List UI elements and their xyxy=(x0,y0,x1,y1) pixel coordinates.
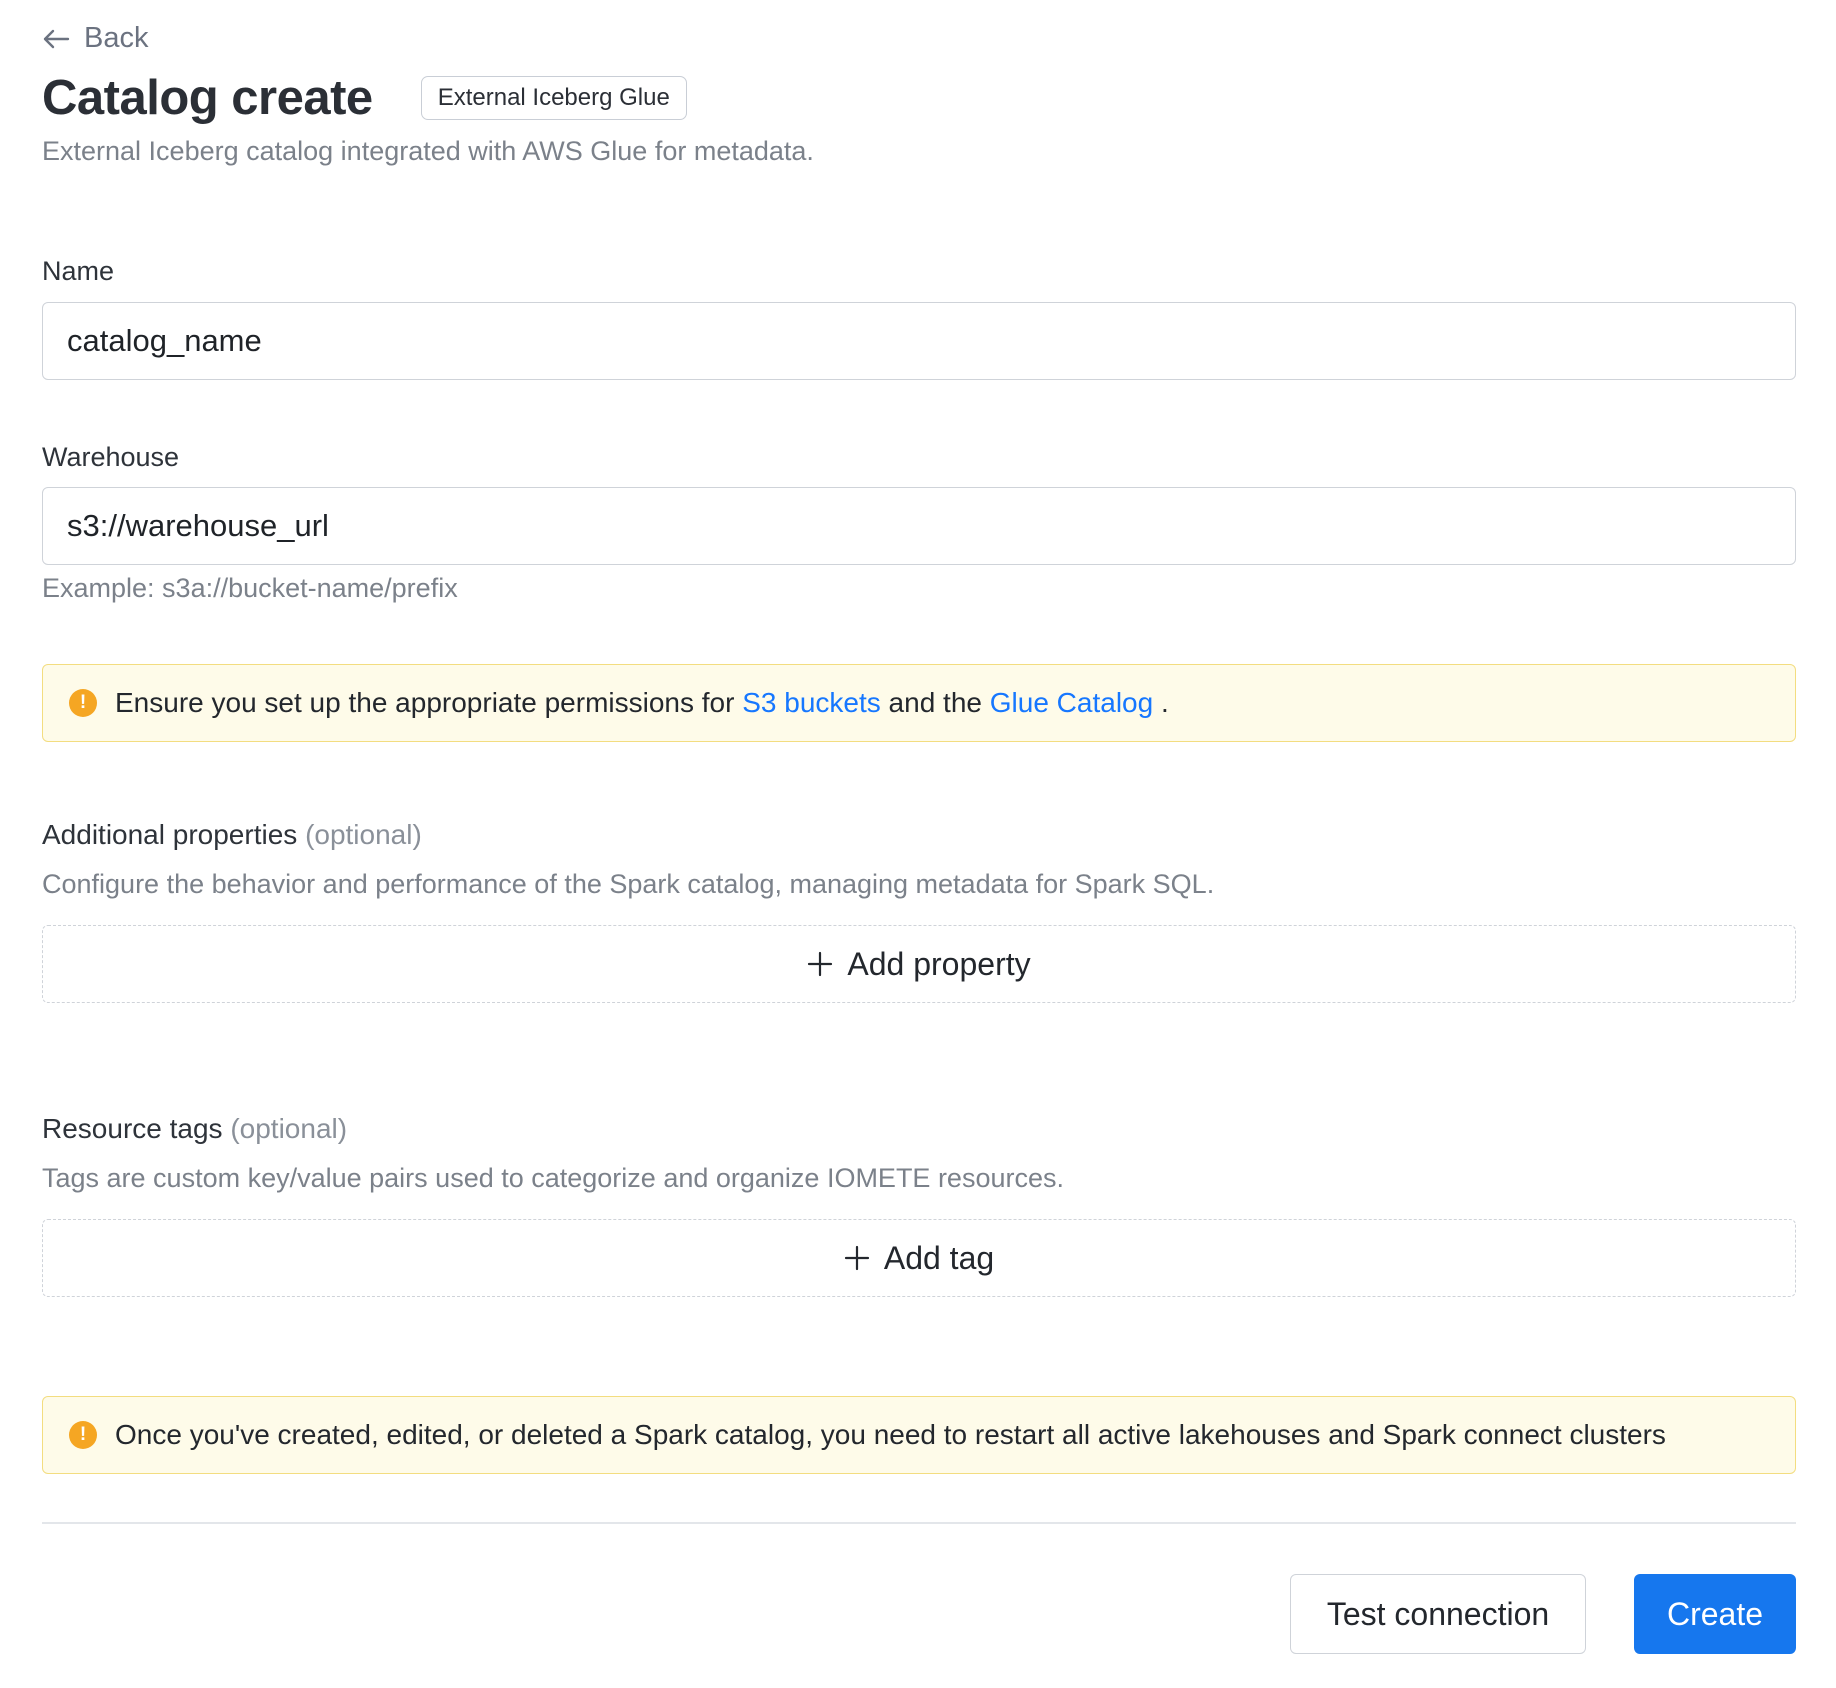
glue-catalog-link[interactable]: Glue Catalog xyxy=(990,687,1153,719)
page-title: Catalog create xyxy=(42,71,373,125)
restart-alert-text: Once you've created, edited, or deleted … xyxy=(115,1419,1666,1450)
optional-label: (optional) xyxy=(305,819,422,850)
create-button[interactable]: Create xyxy=(1634,1574,1796,1654)
s3-buckets-link[interactable]: S3 buckets xyxy=(742,687,881,719)
alert-text-middle: and the xyxy=(888,687,982,718)
permissions-alert: ! Ensure you set up the appropriate perm… xyxy=(42,664,1796,742)
page-subtitle: External Iceberg catalog integrated with… xyxy=(42,136,814,166)
additional-properties-title: Additional properties (optional) xyxy=(42,819,422,851)
additional-properties-label: Additional properties xyxy=(42,819,298,850)
resource-tags-label: Resource tags xyxy=(42,1113,223,1144)
arrow-left-icon xyxy=(43,29,70,48)
exclamation-circle-icon: ! xyxy=(69,1421,97,1449)
catalog-type-badge: External Iceberg Glue xyxy=(420,76,687,120)
warehouse-hint: Example: s3a://bucket-name/prefix xyxy=(42,573,458,603)
plus-icon xyxy=(844,1245,869,1271)
additional-properties-description: Configure the behavior and performance o… xyxy=(42,869,1215,899)
exclamation-circle-icon: ! xyxy=(69,689,97,717)
add-property-label: Add property xyxy=(847,945,1031,982)
resource-tags-description: Tags are custom key/value pairs used to … xyxy=(42,1163,1064,1193)
name-label: Name xyxy=(42,256,115,286)
warehouse-label: Warehouse xyxy=(42,442,180,472)
add-tag-button[interactable]: Add tag xyxy=(42,1219,1796,1297)
plus-icon xyxy=(808,951,833,977)
add-property-button[interactable]: Add property xyxy=(42,925,1796,1003)
back-label: Back xyxy=(84,22,149,54)
name-input[interactable] xyxy=(42,302,1796,380)
resource-tags-title: Resource tags (optional) xyxy=(42,1113,347,1145)
warehouse-input[interactable] xyxy=(42,487,1796,565)
footer-divider xyxy=(42,1522,1796,1524)
test-connection-button[interactable]: Test connection xyxy=(1290,1574,1586,1654)
back-link[interactable]: Back xyxy=(42,22,148,55)
alert-text-after: . xyxy=(1160,687,1169,718)
add-tag-label: Add tag xyxy=(883,1239,995,1276)
title-row: Catalog create External Iceberg Glue xyxy=(42,70,687,126)
restart-alert: ! Once you've created, edited, or delete… xyxy=(42,1396,1796,1474)
optional-label: (optional) xyxy=(230,1113,348,1144)
alert-text-before: Ensure you set up the appropriate permis… xyxy=(115,687,735,718)
